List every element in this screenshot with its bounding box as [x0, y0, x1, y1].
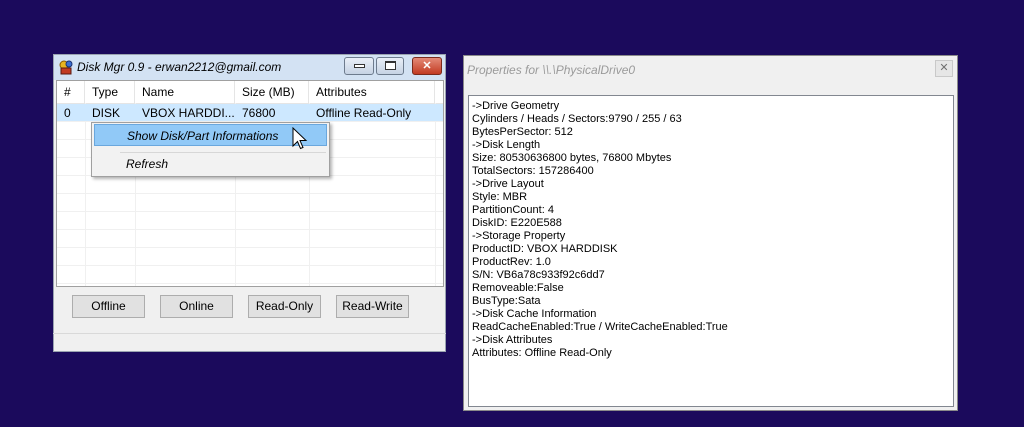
empty-row — [57, 194, 443, 212]
cell-size: 76800 — [242, 106, 276, 120]
cell-attributes: Offline Read-Only — [316, 106, 412, 120]
property-line: Attributes: Offline Read-Only — [472, 347, 612, 359]
minimize-button[interactable] — [344, 57, 374, 75]
column-header-type[interactable]: Type — [85, 81, 135, 103]
empty-row — [57, 176, 443, 194]
column-header-name[interactable]: Name — [135, 81, 235, 103]
property-line: ->Drive Geometry — [472, 100, 560, 112]
minimize-icon — [354, 64, 365, 68]
cell-index: 0 — [64, 106, 71, 120]
close-icon: ✕ — [422, 60, 432, 72]
disk-list[interactable]: # Type Name Size (MB) Attributes 0 DISK … — [56, 80, 444, 287]
property-line: DiskID: E220E588 — [472, 217, 562, 229]
property-line: ReadCacheEnabled:True / WriteCacheEnable… — [472, 321, 728, 333]
properties-close-button[interactable]: ✕ — [935, 60, 953, 77]
disk-app-icon — [59, 60, 73, 75]
empty-row — [57, 230, 443, 248]
property-line: ->Disk Length — [472, 139, 541, 151]
mouse-cursor-icon — [292, 127, 308, 150]
list-header: # Type Name Size (MB) Attributes — [57, 81, 443, 104]
table-row[interactable]: 0 DISK VBOX HARDDI... 76800 Offline Read… — [57, 104, 443, 122]
properties-text-area[interactable]: ->Drive Geometry Cylinders / Heads / Sec… — [468, 95, 954, 407]
property-line: BytesPerSector: 512 — [472, 126, 573, 138]
maximize-icon — [385, 61, 396, 70]
maximize-button[interactable] — [376, 57, 404, 75]
property-line: ->Drive Layout — [472, 178, 544, 190]
property-line: Size: 80530636800 bytes, 76800 Mbytes — [472, 152, 672, 164]
properties-titlebar[interactable]: Properties for \\.\PhysicalDrive0 ✕ — [464, 56, 957, 83]
empty-row — [57, 248, 443, 266]
property-line: Removeable:False — [472, 282, 564, 294]
property-line: ->Disk Cache Information — [472, 308, 597, 320]
read-only-button[interactable]: Read-Only — [248, 295, 321, 318]
empty-row — [57, 266, 443, 284]
online-button[interactable]: Online — [160, 295, 233, 318]
menu-item-refresh[interactable]: Refresh — [94, 153, 327, 175]
property-line: ->Storage Property — [472, 230, 566, 242]
property-line: BusType:Sata — [472, 295, 541, 307]
close-button[interactable]: ✕ — [412, 57, 442, 75]
cell-name: VBOX HARDDI... — [142, 106, 235, 120]
empty-row — [57, 212, 443, 230]
property-line: PartitionCount: 4 — [472, 204, 554, 216]
close-icon: ✕ — [939, 62, 949, 74]
column-header-index[interactable]: # — [57, 81, 85, 103]
column-header-attributes[interactable]: Attributes — [309, 81, 435, 103]
status-divider — [53, 333, 446, 334]
offline-button[interactable]: Offline — [72, 295, 145, 318]
property-line: Style: MBR — [472, 191, 528, 203]
properties-title: Properties for \\.\PhysicalDrive0 — [467, 63, 636, 77]
window-title: Disk Mgr 0.9 - erwan2212@gmail.com — [77, 60, 282, 74]
property-line: S/N: VB6a78c933f92c6dd7 — [472, 269, 605, 281]
property-line: ProductID: VBOX HARDDISK — [472, 243, 618, 255]
disk-manager-titlebar[interactable]: Disk Mgr 0.9 - erwan2212@gmail.com ✕ — [54, 55, 445, 80]
read-write-button[interactable]: Read-Write — [336, 295, 409, 318]
column-header-size[interactable]: Size (MB) — [235, 81, 309, 103]
property-line: ->Disk Attributes — [472, 334, 553, 346]
property-line: ProductRev: 1.0 — [472, 256, 551, 268]
property-line: TotalSectors: 157286400 — [472, 165, 594, 177]
properties-window: Properties for \\.\PhysicalDrive0 ✕ ->Dr… — [463, 55, 958, 411]
property-line: Cylinders / Heads / Sectors:9790 / 255 /… — [472, 113, 682, 125]
cell-type: DISK — [92, 106, 121, 120]
